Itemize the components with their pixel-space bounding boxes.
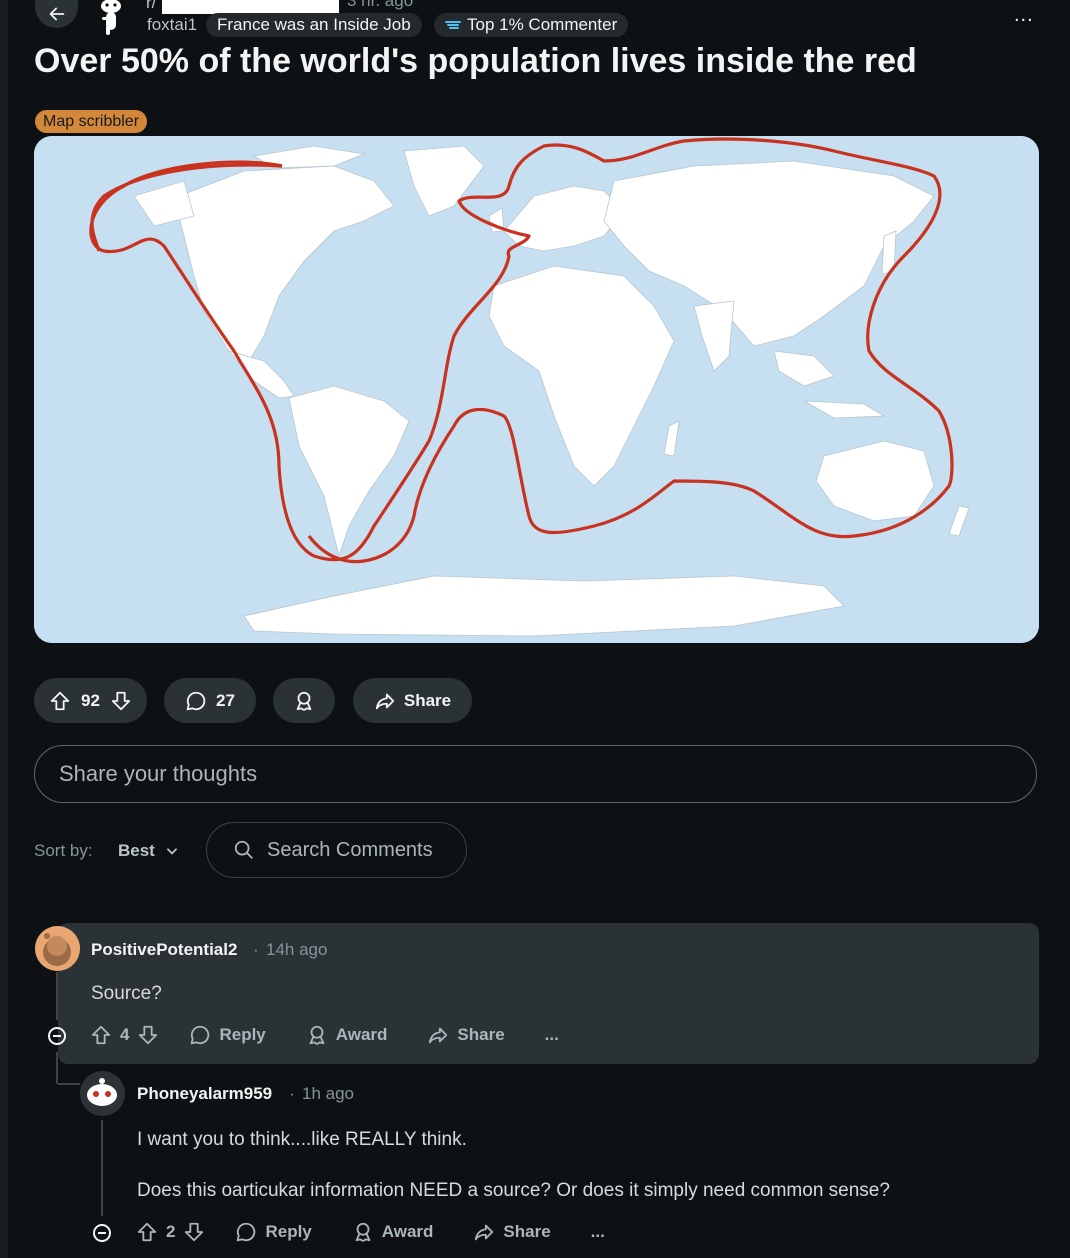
downvote-icon[interactable] bbox=[183, 1221, 205, 1243]
thread-line bbox=[101, 1120, 103, 1216]
subreddit-name-redaction bbox=[162, 0, 339, 14]
downvote-icon[interactable] bbox=[137, 1024, 159, 1046]
share-button[interactable]: Share bbox=[473, 1221, 551, 1243]
thread-branch bbox=[58, 1083, 80, 1085]
arrow-left-icon bbox=[49, 7, 64, 21]
composer-placeholder: Share your thoughts bbox=[59, 761, 258, 786]
reply-button[interactable]: Reply bbox=[235, 1221, 312, 1243]
comment-bubble-icon bbox=[191, 1025, 210, 1045]
badge-label: Top 1% Commenter bbox=[467, 15, 618, 34]
comment-time: 14h ago bbox=[266, 940, 328, 959]
share-arrow-icon bbox=[375, 693, 395, 709]
comments-button[interactable]: 27 bbox=[164, 678, 256, 723]
share-arrow-icon bbox=[429, 1027, 448, 1044]
reply-button[interactable]: Reply bbox=[189, 1024, 266, 1046]
comment-author[interactable]: Phoneyalarm959 bbox=[137, 1084, 272, 1104]
comment-count: 27 bbox=[216, 690, 235, 710]
comment-author[interactable]: PositivePotential2 bbox=[91, 940, 237, 960]
sort-label: Sort by: bbox=[34, 841, 93, 860]
chevron-down-icon bbox=[166, 848, 177, 855]
award-label: Award bbox=[381, 1222, 434, 1241]
comment-bubble-icon bbox=[237, 1222, 256, 1242]
collapse-thread-icon[interactable] bbox=[92, 1223, 112, 1243]
sort-dropdown[interactable]: Best bbox=[118, 841, 179, 861]
comment-more-button[interactable]: ... bbox=[591, 1222, 605, 1242]
back-button[interactable] bbox=[35, 0, 78, 28]
share-arrow-icon bbox=[475, 1224, 494, 1241]
share-label: Share bbox=[503, 1222, 551, 1241]
upvote-icon[interactable] bbox=[90, 1024, 112, 1046]
post-score: 92 bbox=[81, 690, 100, 710]
left-edge bbox=[0, 0, 8, 1258]
snoo-icon bbox=[101, 0, 121, 35]
snoo-avatar-icon bbox=[87, 1078, 117, 1106]
share-label: Share bbox=[457, 1025, 505, 1044]
comment-body-line-1: I want you to think....like REALLY think… bbox=[137, 1129, 467, 1150]
thread-line bbox=[56, 972, 58, 1020]
subreddit-prefix[interactable]: r/ bbox=[146, 0, 156, 13]
comment-score: 2 bbox=[166, 1222, 176, 1241]
comment-body: Source? bbox=[91, 983, 162, 1004]
comment-actions: 4 Reply Award Share ... bbox=[90, 1024, 559, 1046]
comment-score: 4 bbox=[120, 1025, 130, 1044]
reply-label: Reply bbox=[265, 1222, 312, 1241]
award-button[interactable]: Award bbox=[352, 1221, 434, 1243]
share-label: Share bbox=[403, 690, 452, 710]
search-comments-input[interactable]: Search Comments bbox=[206, 822, 467, 878]
comment-bubble-icon bbox=[186, 691, 206, 710]
post-flair[interactable]: Map scribbler bbox=[35, 110, 148, 133]
avatar[interactable] bbox=[80, 1071, 125, 1116]
snoo-avatar-icon bbox=[43, 933, 71, 966]
search-icon bbox=[234, 840, 253, 859]
reply-label: Reply bbox=[219, 1025, 266, 1044]
separator-dot: · bbox=[253, 940, 259, 959]
vote-control: 92 bbox=[34, 678, 147, 723]
comment-more-button[interactable]: ... bbox=[545, 1025, 559, 1045]
award-button[interactable]: Award bbox=[306, 1024, 388, 1046]
user-flair: France was an Inside Job bbox=[206, 13, 422, 37]
post-more-button[interactable]: ... bbox=[1014, 4, 1034, 27]
separator-dot: · bbox=[289, 1084, 295, 1103]
post-time: 3 hr. ago bbox=[347, 0, 414, 10]
comment-time: 1h ago bbox=[302, 1084, 354, 1103]
avatar[interactable] bbox=[35, 926, 80, 971]
search-placeholder: Search Comments bbox=[267, 838, 433, 861]
share-button[interactable]: Share bbox=[427, 1024, 505, 1046]
post-image-world-map[interactable] bbox=[34, 136, 1039, 643]
share-button[interactable]: Share bbox=[353, 678, 472, 723]
downvote-icon[interactable] bbox=[110, 690, 132, 712]
sort-value: Best bbox=[118, 841, 155, 860]
post-author[interactable]: foxtai1 bbox=[147, 15, 197, 35]
subreddit-avatar[interactable] bbox=[92, 0, 130, 36]
comment-composer[interactable]: Share your thoughts bbox=[34, 745, 1037, 803]
award-button[interactable] bbox=[273, 678, 335, 723]
award-icon bbox=[296, 691, 312, 711]
post-title: Over 50% of the world's population lives… bbox=[34, 42, 917, 80]
commenter-badge-icon bbox=[445, 21, 461, 29]
award-label: Award bbox=[335, 1025, 388, 1044]
comment-body-line-2: Does this oarticukar information NEED a … bbox=[137, 1180, 890, 1201]
upvote-icon[interactable] bbox=[136, 1221, 158, 1243]
upvote-icon[interactable] bbox=[49, 690, 71, 712]
world-map-illustration bbox=[34, 136, 1039, 643]
award-icon bbox=[355, 1222, 371, 1242]
thread-line bbox=[56, 1052, 58, 1084]
award-icon bbox=[309, 1025, 325, 1045]
collapse-thread-icon[interactable] bbox=[47, 1026, 67, 1046]
comment-actions: 2 Reply Award Share ... bbox=[136, 1221, 605, 1243]
top-commenter-badge: Top 1% Commenter bbox=[434, 13, 629, 37]
